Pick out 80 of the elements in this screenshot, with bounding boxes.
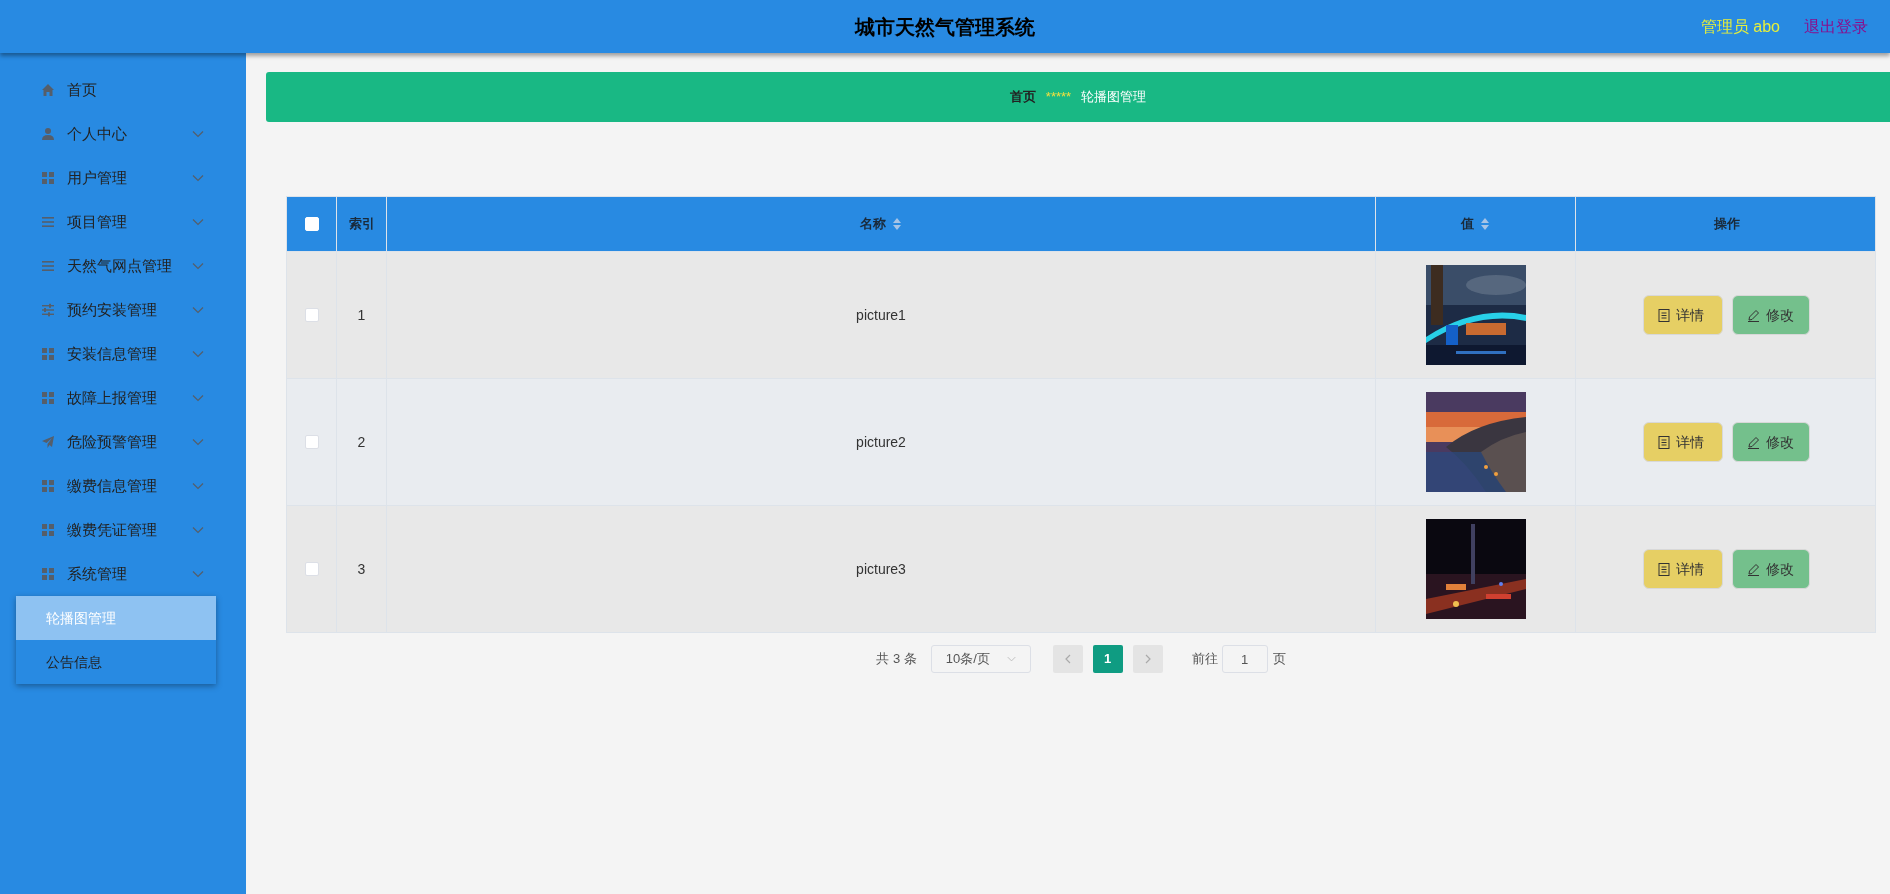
chevron-down-icon	[192, 306, 204, 314]
table-cell-text: 2	[357, 432, 366, 452]
sidebar-item[interactable]: 天然气网点管理	[0, 244, 246, 288]
user-icon	[41, 127, 55, 141]
logout-link[interactable]: 退出登录	[1804, 14, 1868, 39]
table-cell-text: picture1	[856, 305, 906, 325]
sidebar-item[interactable]: 缴费凭证管理	[0, 508, 246, 552]
details-button[interactable]: 详情	[1643, 549, 1723, 589]
document-icon	[1658, 562, 1670, 576]
sliders-icon	[41, 303, 55, 317]
document-icon	[1658, 435, 1670, 449]
checkbox[interactable]	[304, 435, 319, 449]
sidebar-item[interactable]: 首页	[0, 68, 246, 112]
submenu-item[interactable]: 公告信息	[16, 640, 216, 684]
chevron-left-icon	[1064, 654, 1071, 664]
total-count: 共 3 条	[876, 650, 917, 669]
edit-button[interactable]: 修改	[1732, 422, 1810, 462]
pencil-icon	[1747, 435, 1760, 449]
checkbox[interactable]	[304, 562, 319, 576]
chevron-down-icon	[192, 174, 204, 182]
table-cell-text: picture3	[856, 559, 906, 579]
sidebar-item[interactable]: 缴费信息管理	[0, 464, 246, 508]
list-icon	[41, 259, 55, 273]
app-title: 城市天然气管理系统	[855, 14, 1035, 40]
sidebar-item[interactable]: 项目管理	[0, 200, 246, 244]
home-icon	[41, 83, 55, 97]
sidebar-item[interactable]: 故障上报管理	[0, 376, 246, 420]
details-button[interactable]: 详情	[1643, 422, 1723, 462]
sidebar-item[interactable]: 危险预警管理	[0, 420, 246, 464]
page-size-select[interactable]: 10条/页	[930, 645, 1031, 673]
table-cell-text: 1	[357, 305, 366, 325]
breadcrumb-current: 轮播图管理	[1081, 88, 1147, 107]
edit-button[interactable]: 修改	[1732, 549, 1810, 589]
chevron-down-icon	[192, 262, 204, 270]
goto-label: 前往	[1191, 650, 1218, 669]
chevron-down-icon	[192, 218, 204, 226]
column-header: 值	[1461, 215, 1474, 234]
checkbox[interactable]	[304, 308, 319, 322]
breadcrumb-separator: *****	[1045, 88, 1072, 107]
grid-icon	[41, 523, 55, 537]
chevron-down-icon	[192, 394, 204, 402]
page-button[interactable]: 1	[1092, 645, 1123, 673]
sort-icon[interactable]	[1480, 217, 1490, 231]
grid-icon	[41, 347, 55, 361]
breadcrumb-link[interactable]: 首页	[1009, 87, 1036, 107]
sidebar-item[interactable]: 用户管理	[0, 156, 246, 200]
chevron-down-icon	[192, 438, 204, 446]
grid-icon	[41, 171, 55, 185]
paper-plane-icon	[41, 435, 55, 449]
sidebar-item[interactable]: 个人中心	[0, 112, 246, 156]
chevron-right-icon	[1144, 654, 1151, 664]
pencil-icon	[1747, 308, 1760, 322]
grid-icon	[41, 391, 55, 405]
column-header: 操作	[1713, 215, 1740, 234]
chevron-down-icon	[192, 526, 204, 534]
column-header: 索引	[348, 215, 375, 234]
pencil-icon	[1747, 562, 1760, 576]
table-cell-text: picture2	[856, 432, 906, 452]
sidebar-item[interactable]: 安装信息管理	[0, 332, 246, 376]
details-button[interactable]: 详情	[1643, 295, 1723, 335]
chevron-down-icon	[192, 350, 204, 358]
grid-icon	[41, 479, 55, 493]
sort-icon[interactable]	[892, 217, 902, 231]
sidebar-item[interactable]: 系统管理	[0, 552, 246, 596]
grid-icon	[41, 567, 55, 581]
chevron-down-icon	[192, 130, 204, 138]
sidebar-item[interactable]: 预约安装管理	[0, 288, 246, 332]
previous-page-button[interactable]	[1052, 645, 1083, 673]
next-page-button[interactable]	[1132, 645, 1163, 673]
chevron-down-icon	[192, 482, 204, 490]
table-cell-text: 3	[357, 559, 366, 579]
list-icon	[41, 215, 55, 229]
user-label: 管理员 abo	[1700, 16, 1780, 37]
page-input[interactable]: 1	[1221, 645, 1268, 673]
edit-button[interactable]: 修改	[1732, 295, 1810, 335]
chevron-down-icon	[192, 570, 204, 578]
chevron-down-icon	[1006, 656, 1016, 662]
document-icon	[1658, 308, 1670, 322]
column-header: 名称	[860, 215, 886, 234]
page-suffix: 页	[1272, 650, 1286, 669]
